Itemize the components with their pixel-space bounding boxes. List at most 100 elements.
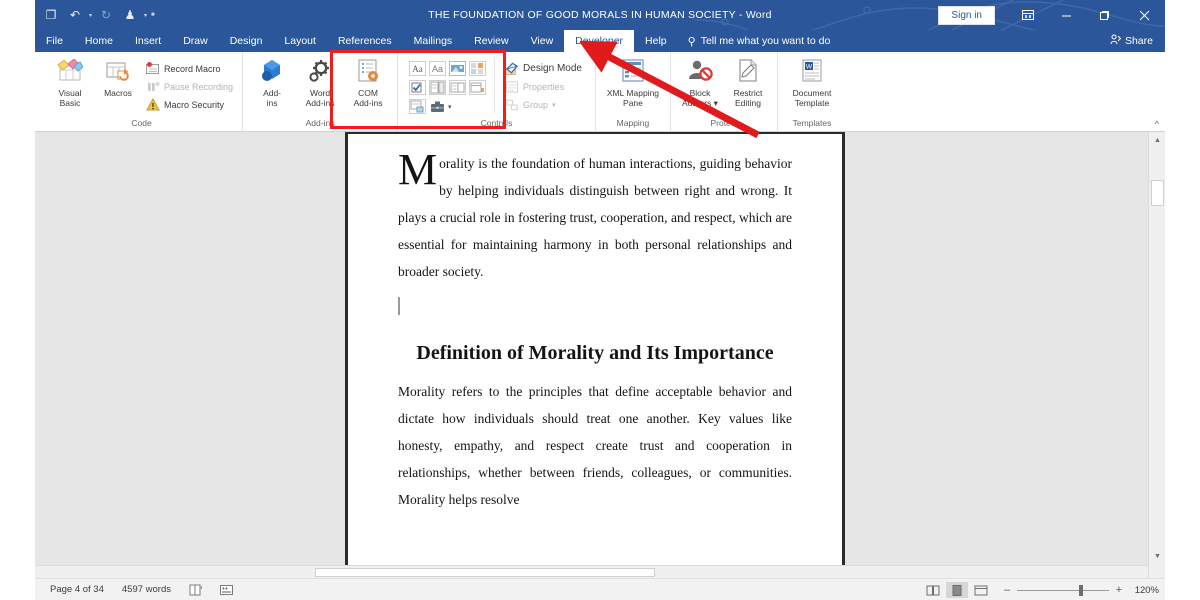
tab-layout[interactable]: Layout (273, 30, 327, 52)
web-layout-view-button[interactable] (970, 582, 992, 598)
tab-help[interactable]: Help (634, 30, 678, 52)
title-bar-controls: Sign in (938, 0, 1165, 30)
group-label-controls: Controls (480, 118, 513, 128)
tab-review[interactable]: Review (463, 30, 519, 52)
redo-icon[interactable]: ↻ (96, 4, 116, 26)
zoom-slider[interactable] (1017, 584, 1109, 596)
restrict-editing-button[interactable]: Restrict Editing (725, 57, 771, 108)
title-bar: ❐ ↶ ▾ ↻ ♟ ▾ ■ THE FOUNDATION OF GOOD MOR… (35, 0, 1165, 30)
horizontal-scrollbar[interactable] (35, 565, 1148, 578)
macros-icon (105, 59, 131, 85)
group-label: Group (523, 99, 549, 110)
com-add-ins-button[interactable]: COM Add-ins (345, 57, 391, 108)
design-mode-button[interactable]: Design Mode (502, 60, 585, 77)
read-mode-view-button[interactable] (922, 582, 944, 598)
tab-home[interactable]: Home (74, 30, 124, 52)
collapse-ribbon-icon[interactable]: ^ (1155, 119, 1159, 129)
print-layout-view-button[interactable] (946, 582, 968, 598)
vertical-scrollbar[interactable]: ▲ ▼ (1148, 132, 1165, 578)
group-dropdown-icon: ▾ (552, 101, 556, 109)
tab-view[interactable]: View (520, 30, 565, 52)
visual-basic-button[interactable]: Visual Basic (47, 57, 93, 108)
visual-basic-icon (57, 58, 84, 85)
vertical-scroll-thumb[interactable] (1151, 180, 1164, 206)
zoom-level-label[interactable]: 120% (1129, 585, 1159, 596)
xml-mapping-pane-icon (619, 59, 647, 85)
tab-file[interactable]: File (35, 30, 74, 52)
tab-draw[interactable]: Draw (172, 30, 219, 52)
ribbon-tab-strip: File Home Insert Draw Design Layout Refe… (35, 30, 1165, 52)
scroll-up-icon[interactable]: ▲ (1149, 132, 1165, 149)
share-label: Share (1124, 35, 1153, 47)
legacy-tools-icon[interactable] (428, 98, 446, 115)
share-button[interactable]: Share (1102, 30, 1161, 52)
minimize-button[interactable] (1047, 0, 1085, 30)
add-ins-button[interactable]: Add- ins (249, 57, 295, 108)
document-page[interactable]: Morality is the foundation of human inte… (345, 132, 845, 572)
xml-mapping-pane-button[interactable]: XML Mapping Pane (602, 57, 664, 108)
undo-dropdown-icon[interactable]: ▾ (89, 12, 92, 19)
document-template-button[interactable]: W Document Template (784, 57, 840, 108)
document-canvas[interactable]: Morality is the foundation of human inte… (35, 132, 1165, 578)
accessibility-icon[interactable] (211, 584, 242, 596)
plain-text-content-control-icon[interactable]: Aa (428, 60, 446, 77)
horizontal-scroll-thumb[interactable] (315, 568, 655, 577)
macros-button[interactable]: Macros (95, 57, 141, 98)
empty-line-with-caret[interactable] (398, 285, 792, 333)
properties-label: Properties (523, 81, 565, 92)
block-authors-button[interactable]: Block Authors ▾ (677, 57, 723, 108)
building-block-gallery-content-control-icon[interactable] (468, 60, 486, 77)
xml-mapping-pane-label-line1: XML Mapping (606, 88, 660, 98)
design-mode-icon (505, 62, 519, 76)
macro-security-icon (146, 98, 160, 112)
spelling-and-grammar-check-icon[interactable]: x (180, 584, 211, 596)
block-authors-label-line2: Authors ▾ (682, 98, 718, 108)
status-bar: Page 4 of 34 4597 words x – + 120% (35, 578, 1165, 600)
scroll-down-icon[interactable]: ▼ (1149, 548, 1165, 565)
com-add-ins-icon (354, 59, 382, 85)
add-ins-label-line1: Add- (263, 88, 282, 98)
page-indicator[interactable]: Page 4 of 34 (41, 584, 113, 595)
restore-button[interactable] (1085, 0, 1123, 30)
legacy-tools-dropdown-icon[interactable]: ▾ (448, 103, 466, 111)
date-picker-content-control-icon[interactable] (468, 79, 486, 96)
ribbon-group-protect: Block Authors ▾ Restrict Editing Protect (671, 52, 778, 131)
repeating-section-content-control-icon[interactable] (408, 98, 426, 115)
customize-qat-icon[interactable]: ■ (151, 12, 155, 18)
tab-mailings[interactable]: Mailings (403, 30, 464, 52)
tab-design[interactable]: Design (219, 30, 274, 52)
word-count[interactable]: 4597 words (113, 584, 180, 595)
zoom-in-button[interactable]: + (1114, 584, 1124, 596)
word-add-ins-button[interactable]: Word Add-ins (297, 57, 343, 108)
paragraph-2: Morality refers to the principles that d… (398, 384, 792, 507)
record-macro-button[interactable]: Record Macro (143, 60, 236, 77)
pause-recording-label: Pause Recording (164, 81, 234, 92)
tell-me-search[interactable]: ⚲ Tell me what you want to do (678, 30, 841, 52)
picture-content-control-icon[interactable] (448, 60, 466, 77)
undo-icon[interactable]: ↶ (65, 4, 85, 26)
drop-down-list-content-control-icon[interactable] (448, 79, 466, 96)
close-button[interactable] (1123, 0, 1165, 30)
save-icon[interactable]: ❐ (41, 4, 61, 26)
macro-security-button[interactable]: Macro Security (143, 96, 236, 113)
touch-mode-dropdown-icon[interactable]: ▾ (144, 12, 147, 19)
ribbon-group-add-ins: Add- ins Word Add-ins COM Add-ins Add-in… (243, 52, 399, 131)
restrict-editing-label-line2: Editing (734, 98, 761, 108)
pause-recording-button: Pause Recording (143, 78, 236, 95)
block-authors-icon (686, 59, 714, 85)
tab-insert[interactable]: Insert (124, 30, 172, 52)
tab-developer[interactable]: Developer (564, 30, 635, 52)
svg-text:x: x (201, 585, 203, 591)
word-application-window: ❐ ↶ ▾ ↻ ♟ ▾ ■ THE FOUNDATION OF GOOD MOR… (0, 0, 1200, 600)
touch-mode-icon[interactable]: ♟ (120, 4, 140, 26)
controls-small-commands: Design Mode Properties Group ▾ (494, 57, 585, 113)
combo-box-content-control-icon[interactable] (428, 79, 446, 96)
tab-references[interactable]: References (327, 30, 403, 52)
check-box-content-control-icon[interactable] (408, 79, 426, 96)
lightbulb-icon: ⚲ (687, 35, 696, 48)
rich-text-content-control-icon[interactable]: Aa (408, 60, 426, 77)
zoom-slider-thumb[interactable] (1079, 585, 1083, 596)
ribbon-display-options-icon[interactable] (1009, 0, 1047, 30)
sign-in-button[interactable]: Sign in (938, 5, 995, 25)
zoom-out-button[interactable]: – (1002, 584, 1012, 596)
